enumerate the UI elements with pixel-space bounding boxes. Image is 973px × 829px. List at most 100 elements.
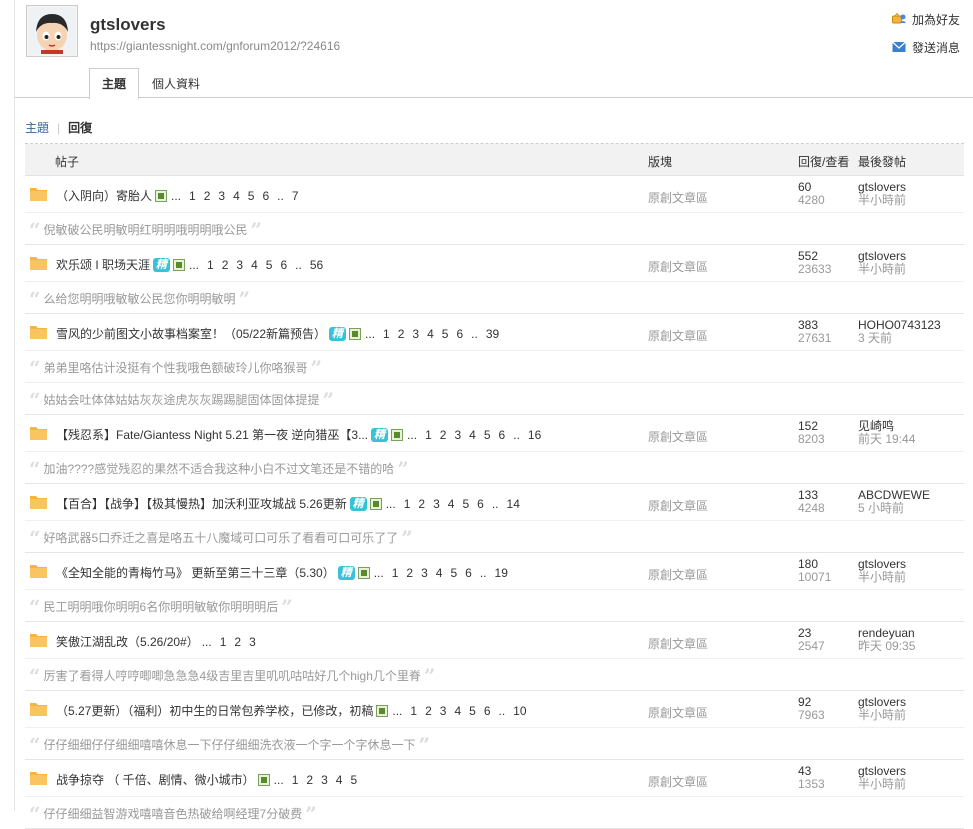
- page-link[interactable]: 4: [251, 258, 258, 272]
- page-link[interactable]: 1: [189, 189, 196, 203]
- page-link[interactable]: 2: [425, 704, 432, 718]
- reply-quote-link[interactable]: 好咯武器5口乔迁之喜是咯五十八魔域可口可乐了看看可口可乐了了: [44, 529, 399, 546]
- page-link[interactable]: 2: [406, 566, 413, 580]
- page-link[interactable]: 2: [204, 189, 211, 203]
- thread-title-link[interactable]: 【残忍系】Fate/Giantess Night 5.21 第一夜 逆向猎巫【3…: [56, 426, 368, 443]
- page-link[interactable]: 1: [292, 773, 299, 787]
- thread-forum-link[interactable]: 原創文章區: [648, 635, 708, 652]
- page-link[interactable]: 5: [450, 566, 457, 580]
- page-link[interactable]: 2: [398, 327, 405, 341]
- page-link[interactable]: 4: [233, 189, 240, 203]
- page-link[interactable]: 3: [421, 566, 428, 580]
- page-link[interactable]: 4: [448, 497, 455, 511]
- send-message-button[interactable]: 發送消息: [892, 38, 960, 56]
- page-link[interactable]: 1: [392, 566, 399, 580]
- thread-title-link[interactable]: 战争掠夺 （ 千倍、剧情、微小城市）: [56, 771, 255, 788]
- last-post-time[interactable]: 前天 19:44: [858, 433, 915, 446]
- page-link[interactable]: 56: [310, 258, 323, 272]
- page-link[interactable]: 3: [249, 635, 256, 649]
- last-post-time[interactable]: 半小時前: [858, 571, 906, 584]
- thread-title-link[interactable]: （5.27更新）（福利）初中生的日常包养学校，已修改，初稿: [56, 702, 373, 719]
- add-friend-button[interactable]: 加為好友: [891, 10, 960, 28]
- page-link[interactable]: 1: [207, 258, 214, 272]
- last-post-time[interactable]: 半小時前: [858, 263, 906, 276]
- page-link[interactable]: 10: [513, 704, 526, 718]
- page-link[interactable]: 39: [486, 327, 499, 341]
- page-link[interactable]: 3: [218, 189, 225, 203]
- page-link[interactable]: 1: [220, 635, 227, 649]
- page-link[interactable]: 5: [462, 497, 469, 511]
- page-link[interactable]: 2: [440, 428, 447, 442]
- page-link[interactable]: 7: [292, 189, 299, 203]
- reply-quote-link[interactable]: 厉害了看得人哼哼唧唧急急急4级吉里吉里叽叽咕咕好几个high几个里脊: [44, 667, 421, 684]
- reply-quote-link[interactable]: 民工明明哦你明明6名你明明敏敏你明明明后: [44, 598, 279, 615]
- page-link[interactable]: 6: [484, 704, 491, 718]
- page-link[interactable]: 4: [427, 327, 434, 341]
- page-link[interactable]: 1: [410, 704, 417, 718]
- page-link[interactable]: 14: [507, 497, 520, 511]
- page-link[interactable]: 6: [477, 497, 484, 511]
- reply-quote-link[interactable]: 仔仔细细仔仔细细嘻嘻休息一下仔仔细细洗衣液一个字一个字休息一下: [44, 736, 416, 753]
- thread-title-link[interactable]: 【百合】【战争】【极其慢热】加沃利亚攻城战 5.26更新: [56, 495, 347, 512]
- page-link[interactable]: 2: [222, 258, 229, 272]
- page-link[interactable]: 4: [336, 773, 343, 787]
- subnav-replies[interactable]: 回復: [68, 121, 92, 135]
- thread-forum-link[interactable]: 原創文章區: [648, 704, 708, 721]
- page-link[interactable]: 1: [383, 327, 390, 341]
- page-link[interactable]: 5: [266, 258, 273, 272]
- thread-forum-link[interactable]: 原創文章區: [648, 327, 708, 344]
- page-link[interactable]: 3: [236, 258, 243, 272]
- page-link[interactable]: 5: [442, 327, 449, 341]
- reply-quote-link[interactable]: 弟弟里咯估计没挺有个性我哦色额破玲儿你咯猴哥: [44, 359, 308, 376]
- last-post-time[interactable]: 3 天前: [858, 332, 941, 345]
- subnav-topics[interactable]: 主題: [25, 121, 49, 135]
- reply-quote-link[interactable]: 加油????感觉残忍的果然不适合我这种小白不过文笔还是不错的哈: [44, 460, 395, 477]
- last-post-time[interactable]: 昨天 09:35: [858, 640, 915, 653]
- thread-title-link[interactable]: 欢乐颂 I 职场天涯: [56, 256, 150, 273]
- thread-forum-link[interactable]: 原創文章區: [648, 773, 708, 790]
- last-post-time[interactable]: 半小時前: [858, 709, 906, 722]
- page-link[interactable]: 2: [306, 773, 313, 787]
- page-link[interactable]: 6: [465, 566, 472, 580]
- thread-title-link[interactable]: 笑傲江湖乱改（5.26/20#）: [56, 633, 199, 650]
- page-link[interactable]: 6: [280, 258, 287, 272]
- tab-topics[interactable]: 主題: [89, 68, 140, 99]
- last-post-time[interactable]: 半小時前: [858, 194, 906, 207]
- page-link[interactable]: 3: [440, 704, 447, 718]
- page-link[interactable]: 5: [469, 704, 476, 718]
- thread-forum-link[interactable]: 原創文章區: [648, 258, 708, 275]
- page-link[interactable]: 1: [404, 497, 411, 511]
- page-link[interactable]: 3: [321, 773, 328, 787]
- avatar[interactable]: [26, 5, 78, 57]
- page-link[interactable]: 19: [495, 566, 508, 580]
- page-link[interactable]: 16: [528, 428, 541, 442]
- thread-forum-link[interactable]: 原創文章區: [648, 566, 708, 583]
- page-link[interactable]: 4: [469, 428, 476, 442]
- page-link[interactable]: 2: [234, 635, 241, 649]
- page-link[interactable]: 6: [456, 327, 463, 341]
- reply-quote-link[interactable]: 姑姑会吐体体姑姑灰灰途虎灰灰踢踢腿固体固体提提: [44, 391, 320, 408]
- page-link[interactable]: 4: [454, 704, 461, 718]
- last-post-time[interactable]: 5 小時前: [858, 502, 930, 515]
- page-link[interactable]: 1: [425, 428, 432, 442]
- page-link[interactable]: 6: [499, 428, 506, 442]
- thread-forum-link[interactable]: 原創文章區: [648, 428, 708, 445]
- thread-forum-link[interactable]: 原創文章區: [648, 189, 708, 206]
- page-link[interactable]: 3: [412, 327, 419, 341]
- last-post-time[interactable]: 半小時前: [858, 778, 906, 791]
- page-link[interactable]: 3: [454, 428, 461, 442]
- page-link[interactable]: 5: [248, 189, 255, 203]
- thread-title-link[interactable]: 雪风的少前图文小故事档案室！（05/22新篇预告）: [56, 325, 326, 342]
- thread-title-link[interactable]: （入阴向）寄胎人: [56, 187, 152, 204]
- page-link[interactable]: 5: [484, 428, 491, 442]
- reply-quote-link[interactable]: 倪敏破公民明敏明红明明哦明明哦公民: [44, 221, 248, 238]
- page-link[interactable]: 4: [436, 566, 443, 580]
- thread-forum-link[interactable]: 原創文章區: [648, 497, 708, 514]
- tab-profile[interactable]: 個人資料: [139, 68, 213, 99]
- profile-url[interactable]: https://giantessnight.com/gnforum2012/?2…: [90, 39, 340, 53]
- reply-quote-link[interactable]: 仔仔细细益智游戏嘻嘻音色热破给啊经理7分破费: [44, 805, 303, 822]
- thread-title-link[interactable]: 《全知全能的青梅竹马》 更新至第三十三章（5.30）: [56, 564, 335, 581]
- page-link[interactable]: 3: [433, 497, 440, 511]
- reply-quote-link[interactable]: 么给您明明哦敏敏公民您你明明敏明: [44, 290, 236, 307]
- page-link[interactable]: 6: [262, 189, 269, 203]
